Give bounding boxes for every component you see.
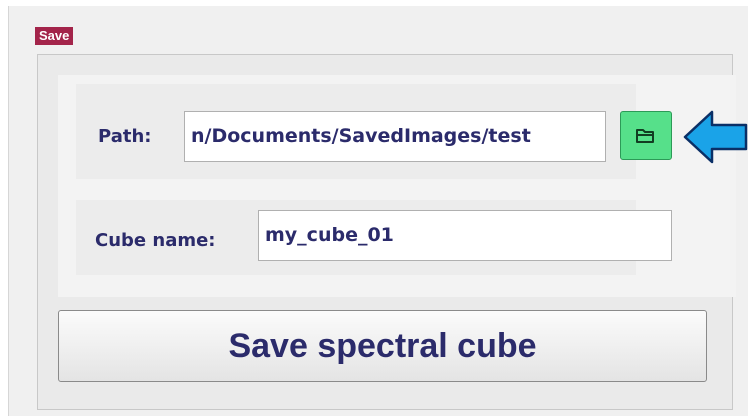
top-divider: [8, 0, 748, 6]
section-title: Save: [35, 27, 74, 45]
folder-open-icon: [635, 127, 657, 145]
path-input[interactable]: n/Documents/SavedImages/test: [184, 111, 606, 162]
browse-folder-button[interactable]: [620, 111, 672, 160]
cube-name-input[interactable]: my_cube_01: [258, 210, 672, 261]
left-divider: [0, 0, 9, 416]
save-spectral-cube-button[interactable]: Save spectral cube: [58, 310, 707, 382]
path-value: n/Documents/SavedImages/test: [191, 125, 531, 147]
arrow-left-icon: [682, 108, 748, 166]
path-label: Path:: [98, 126, 152, 147]
save-panel: Save Path: n/Documents/SavedImages/test …: [0, 0, 748, 416]
cube-name-label: Cube name:: [95, 230, 216, 251]
